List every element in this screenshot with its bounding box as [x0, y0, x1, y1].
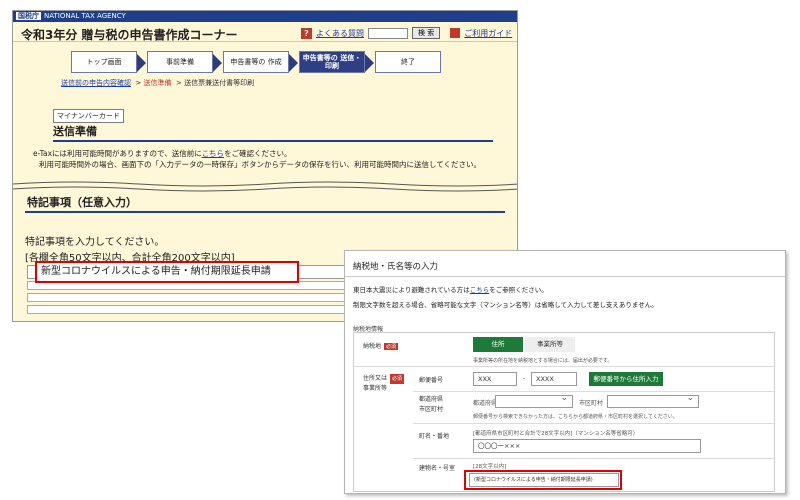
guide-link[interactable]: ご利用ガイド — [464, 28, 512, 39]
guide-book-icon — [450, 28, 461, 38]
form-title: 納税地・氏名等の入力 — [353, 262, 439, 272]
tab-office[interactable]: 事業所等 — [525, 337, 575, 352]
notice-line-2: 利用可能時間外の場合、画面下の「入力データの一時保存」ボタンからデータの保存を行… — [39, 160, 482, 169]
question-icon: ? — [301, 27, 312, 39]
special-notes-title: 特記事項（任意入力） — [27, 196, 137, 209]
highlighted-special-note: 新型コロナウイルスによる申告・納付期限延長申請 — [35, 261, 299, 283]
building-highlight-box — [464, 470, 622, 490]
city-select[interactable] — [607, 393, 699, 408]
tab-address[interactable]: 住所 — [473, 337, 523, 352]
postal-code-2-input[interactable]: XXXX — [531, 372, 577, 386]
availability-notice: e-Taxには利用可能時間がありますので、送信前にこちらをご確認ください。 利用… — [33, 148, 503, 170]
street-note: [都道府県市区町村と合計で28文字以内]（マンション名等省略可） — [473, 431, 639, 437]
agency-logo: 国税庁 — [16, 12, 41, 20]
tax-place-box — [353, 332, 775, 492]
building-note: [28文字以内] — [473, 464, 507, 470]
search-input[interactable] — [368, 27, 408, 39]
breadcrumb: 送信前の申告内容確認 > 送信準備 > 送信票兼送付書等印刷 — [61, 79, 255, 87]
form-notes: 東日本大震災により避難されている方はこちらをご参照ください。 制限文字数を超える… — [353, 283, 658, 313]
step-send-print: 申告書等の 送信・印刷 — [299, 51, 374, 73]
notice-text-end: をご確認ください。 — [224, 149, 292, 158]
special-notes-instruction: 特記事項を入力してください。 — [25, 237, 165, 248]
notice-here-link[interactable]: こちら — [202, 149, 225, 158]
prefecture-select[interactable] — [495, 393, 573, 408]
row-divider-3 — [413, 423, 775, 424]
address-label: 住所又は 必須 事業所等 — [363, 374, 405, 394]
disaster-link[interactable]: こちら — [470, 286, 490, 294]
street-label: 町名・番地 — [419, 433, 450, 440]
required-badge-2: 必須 — [390, 374, 405, 384]
step-finish: 終了 — [375, 51, 441, 73]
help-area: ? よくある質問 検 索 ご利用ガイド — [301, 27, 512, 39]
address-label-line2: 事業所等 — [363, 385, 388, 392]
pref-label-line1: 都道府県 — [419, 396, 444, 403]
pref-select-label: 都道府県 — [473, 400, 498, 407]
notice-line-1: e-Taxには利用可能時間がありますので、送信前にこちらをご確認ください。 — [33, 148, 503, 159]
step-prep: 事前準備 — [147, 51, 222, 73]
required-badge: 必須 — [384, 343, 399, 350]
note-line-2: 制限文字数を超える場合、省略可能な文字（マンション名等）は省略して入力して差し支… — [353, 301, 658, 309]
postal-code-1-input[interactable]: XXX — [473, 372, 517, 386]
row-divider-2 — [413, 391, 775, 392]
tax-form-screenshot-bottom: 納税地・氏名等の入力 東日本大震災により避難されている方はこちらをご参照ください… — [344, 250, 786, 494]
page-title: 令和3年分 贈与税の申告書作成コーナー — [21, 28, 238, 42]
city-select-label: 市区町村 — [579, 400, 604, 407]
nozeichi-label: 納税地 必須 — [363, 341, 399, 350]
postal-dash: - — [523, 375, 526, 382]
progress-steps: トップ画面 事前準備 申告書等の 作成 申告書等の 送信・印刷 終了 — [71, 51, 451, 73]
note-text: 東日本大震災により避難されている方は — [353, 286, 470, 294]
step-create: 申告書等の 作成 — [223, 51, 298, 73]
torn-edge — [13, 181, 517, 192]
breadcrumb-next: 送信票兼送付書等印刷 — [184, 79, 255, 87]
postal-label: 郵便番号 — [419, 377, 444, 384]
tab-note: 事業所等の所在地を納税地とする場合には、届出が必要です。 — [473, 358, 613, 364]
pref-label-line2: 市区町村 — [419, 406, 444, 413]
row-divider — [353, 366, 775, 367]
street-input[interactable]: 〇〇〇ー××× — [473, 439, 701, 453]
agency-name: NATIONAL TAX AGENCY — [44, 12, 126, 20]
pref-note: 郵便番号から検索できなかった方は、こちらから都道府県・市区町村を選択してください… — [473, 414, 678, 420]
section-divider — [53, 140, 493, 142]
section-send-prep-title: 送信準備 — [53, 125, 97, 138]
section-divider-2 — [25, 211, 505, 213]
nozeichi-text: 納税地 — [363, 343, 382, 350]
pref-city-label: 都道府県 市区町村 — [419, 395, 443, 415]
address-label-line1: 住所又は — [363, 375, 388, 382]
postal-lookup-button[interactable]: 郵便番号から住所入力 — [589, 372, 663, 386]
row-divider-4 — [413, 458, 775, 459]
mynumber-card-button[interactable]: マイナンバーカード — [53, 109, 124, 123]
form-header: 納税地・氏名等の入力 — [345, 251, 785, 277]
note-text-end: をご参照ください。 — [489, 286, 548, 294]
note-line-1: 東日本大震災により避難されている方はこちらをご参照ください。 — [353, 283, 658, 298]
faq-link[interactable]: よくある質問 — [316, 28, 364, 39]
building-label: 建物名・号室 — [419, 465, 456, 472]
title-row: 令和3年分 贈与税の申告書作成コーナー ? よくある質問 検 索 ご利用ガイド — [13, 22, 517, 42]
breadcrumb-confirm-link[interactable]: 送信前の申告内容確認 — [61, 79, 131, 87]
step-top: トップ画面 — [71, 51, 146, 73]
search-button[interactable]: 検 索 — [412, 27, 441, 39]
notice-text: e-Taxには利用可能時間がありますので、送信前に — [33, 149, 202, 158]
breadcrumb-current: 送信準備 — [143, 79, 172, 87]
agency-bar: 国税庁 NATIONAL TAX AGENCY — [13, 11, 517, 22]
